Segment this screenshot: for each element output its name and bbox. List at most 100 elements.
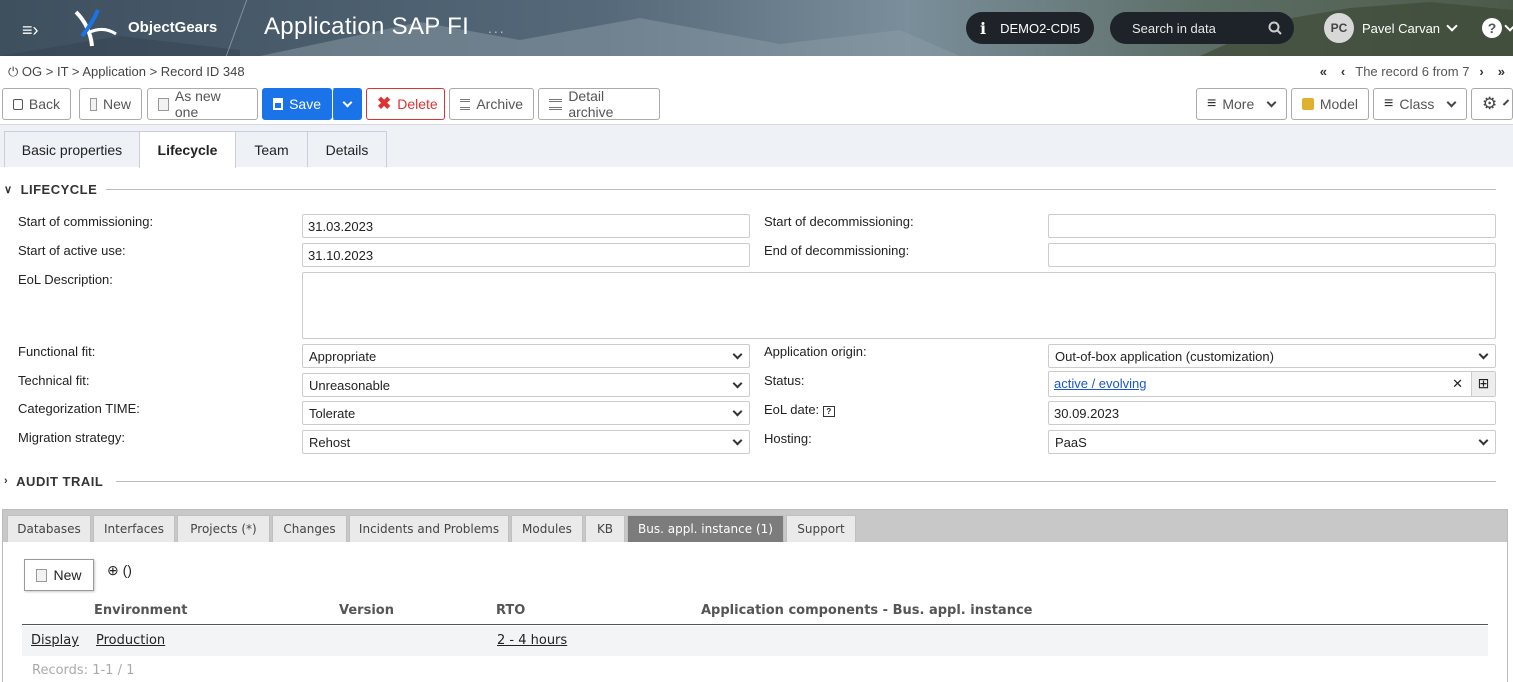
next-record-icon[interactable]: › [1475, 64, 1487, 79]
chevron-down-icon [732, 406, 743, 417]
lifecycle-section-header[interactable]: ∨ LIFECYCLE [0, 179, 1500, 199]
more-label: More [1222, 96, 1255, 112]
archive-icon [549, 98, 563, 110]
start-active-use-field[interactable]: 31.10.2023 [302, 243, 750, 267]
new-button[interactable]: New [79, 88, 142, 120]
menu-toggle-icon[interactable]: ≡› [22, 20, 39, 41]
display-link[interactable]: Display [31, 633, 79, 648]
audit-trail-section-header[interactable]: › AUDIT TRAIL [0, 471, 1500, 491]
functional-fit-select[interactable]: Appropriate [302, 344, 750, 368]
subtab-databases[interactable]: Databases [7, 515, 91, 542]
table-header-divider [22, 624, 1488, 625]
delete-label: Delete [397, 96, 438, 112]
database-badge[interactable]: i DEMO2-CDI5 [966, 12, 1094, 44]
tab-details[interactable]: Details [307, 131, 387, 167]
subtab-kb[interactable]: KB [585, 515, 625, 542]
subtab-modules[interactable]: Modules [511, 515, 583, 542]
rto-link[interactable]: 2 - 4 hours [497, 633, 567, 648]
records-count: Records: 1-1 / 1 [32, 663, 135, 678]
save-button[interactable]: Save [262, 88, 332, 120]
hosting-value: PaaS [1055, 435, 1087, 450]
column-rto[interactable]: RTO [496, 603, 525, 618]
more-button[interactable]: ≡ More [1196, 88, 1287, 120]
chevron-down-icon [1478, 349, 1489, 360]
subtab-interfaces[interactable]: Interfaces [93, 515, 175, 542]
subtab-incidents-problems[interactable]: Incidents and Problems [349, 515, 509, 542]
grid-new-button[interactable]: New [24, 559, 94, 591]
class-button[interactable]: ≡ Class [1373, 88, 1467, 120]
subtab-support[interactable]: Support [786, 515, 856, 542]
section-divider [106, 189, 1496, 190]
chevron-down-icon [732, 378, 743, 389]
technical-fit-select[interactable]: Unreasonable [302, 373, 750, 397]
migration-strategy-label: Migration strategy: [18, 430, 125, 445]
help-icon[interactable]: ? [1482, 18, 1502, 38]
gear-icon: ⚙ [1482, 94, 1498, 113]
start-commissioning-field[interactable]: 31.03.2023 [302, 214, 750, 238]
search-box[interactable] [1110, 12, 1294, 44]
floppy-icon [273, 98, 284, 110]
column-environment[interactable]: Environment [94, 603, 188, 618]
section-title: AUDIT TRAIL [16, 473, 104, 489]
archive-button[interactable]: Archive [449, 88, 534, 120]
subtab-projects[interactable]: Projects (*) [177, 515, 270, 542]
as-new-one-button[interactable]: As new one [147, 88, 258, 120]
chevron-down-icon[interactable]: ∨ [4, 183, 13, 196]
start-decommissioning-field[interactable] [1048, 214, 1496, 238]
section-divider [116, 481, 1496, 482]
categorization-select[interactable]: Tolerate [302, 401, 750, 425]
grid-new-label: New [53, 567, 82, 583]
grid-filter-indicator[interactable]: ⊕ () [107, 562, 132, 579]
model-label: Model [1319, 96, 1358, 112]
chevron-down-icon [1446, 20, 1458, 32]
eol-description-textarea[interactable] [302, 272, 1496, 339]
chevron-down-icon [732, 435, 743, 446]
save-dropdown-button[interactable] [332, 88, 362, 120]
document-icon [158, 97, 169, 111]
status-link[interactable]: active / evolving [1054, 376, 1147, 391]
column-app-components[interactable]: Application components - Bus. appl. inst… [701, 603, 1032, 618]
chevron-down-icon [1446, 97, 1457, 107]
tab-team[interactable]: Team [235, 131, 308, 167]
categorization-value: Tolerate [309, 406, 356, 421]
detail-archive-button[interactable]: Detail archive [538, 88, 660, 120]
settings-button[interactable]: ⚙ [1471, 88, 1513, 120]
hosting-label: Hosting: [764, 431, 812, 446]
help-note-icon[interactable]: ? [822, 406, 835, 417]
brand-name: ObjectGears [128, 19, 218, 36]
subtab-changes[interactable]: Changes [272, 515, 347, 542]
tab-basic-properties[interactable]: Basic properties [4, 131, 140, 167]
application-origin-select[interactable]: Out-of-box application (customization) [1048, 344, 1496, 368]
previous-record-icon[interactable]: ‹ [1337, 64, 1349, 79]
add-icon[interactable]: ⊞ [1471, 372, 1495, 396]
search-icon[interactable] [1268, 21, 1282, 35]
user-menu[interactable]: PC Pavel Carvan [1324, 12, 1458, 44]
end-decommissioning-field[interactable] [1048, 243, 1496, 267]
delete-button[interactable]: ✖ Delete [366, 88, 445, 120]
title-dots: ... [488, 20, 506, 36]
display-link-cell: Display [31, 633, 79, 648]
migration-strategy-value: Rehost [309, 435, 351, 450]
column-version[interactable]: Version [339, 603, 394, 618]
environment-link[interactable]: Production [96, 633, 165, 648]
search-input[interactable] [1132, 20, 1262, 36]
tab-lifecycle[interactable]: Lifecycle [139, 131, 236, 168]
model-button[interactable]: Model [1291, 88, 1369, 120]
back-label: Back [28, 96, 60, 112]
back-button[interactable]: Back [2, 88, 71, 120]
migration-strategy-select[interactable]: Rehost [302, 430, 750, 454]
first-record-icon[interactable]: « [1316, 64, 1331, 79]
functional-fit-label: Functional fit: [18, 344, 96, 359]
chevron-right-icon[interactable]: › [4, 475, 8, 487]
menu-icon: ≡ [1384, 95, 1394, 112]
breadcrumb-path[interactable]: OG > IT > Application > Record ID 348 [22, 64, 245, 79]
chevron-down-icon [1266, 97, 1277, 107]
record-position: The record 6 from 7 [1355, 64, 1470, 79]
eol-date-field[interactable]: 30.09.2023 [1048, 401, 1496, 425]
subtab-bus-appl-instance[interactable]: Bus. appl. instance (1) [627, 515, 784, 542]
end-decommissioning-label: End of decommissioning: [764, 243, 910, 258]
breadcrumb: ⏻ OG > IT > Application > Record ID 348 [8, 64, 245, 80]
hosting-select[interactable]: PaaS [1048, 430, 1496, 454]
last-record-icon[interactable]: » [1494, 64, 1509, 79]
clear-icon[interactable]: ✕ [1452, 376, 1463, 392]
